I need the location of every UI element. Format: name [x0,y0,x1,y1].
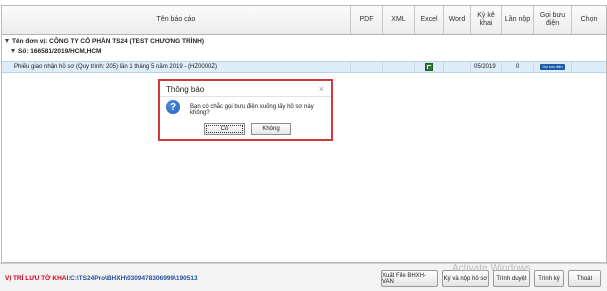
save-path-label: VỊ TRÍ LƯU TỜ KHAI: [5,275,71,282]
col-period[interactable]: Kỳ kê khai [471,6,502,34]
row-excel[interactable] [415,62,444,72]
row-call-post: Gọi bưu điện [534,62,572,72]
exit-button[interactable]: Thoát [568,270,601,287]
collapse-triangle-icon[interactable] [11,49,15,53]
row-report-name: Phiếu giao nhận hồ sơ (Quy trình: 205) l… [2,62,351,72]
col-submissions[interactable]: Lần nộp [502,6,534,34]
excel-file-icon[interactable] [425,63,433,71]
dialog-message: Bạn có chắc gọi bưu điện xuống lấy hồ sơ… [190,104,314,116]
col-select[interactable]: Chọn [572,6,606,34]
dialog-title: Thông báo [166,85,205,94]
table-row[interactable]: Phiếu giao nhận hồ sơ (Quy trình: 205) l… [2,61,606,73]
col-call-post[interactable]: Gọi bưu điện [534,6,572,34]
col-word[interactable]: Word [444,6,471,34]
dialog-divider [160,96,331,97]
row-period: 05/2019 [471,62,502,72]
sign-button[interactable]: Trình ký [534,270,564,287]
doc-group-label: Số: 166581/2019/HCM,HCM [18,47,102,55]
doc-group-row[interactable]: Số: 166581/2019/HCM,HCM [8,46,606,56]
col-xml[interactable]: XML [383,6,415,34]
collapse-triangle-icon[interactable] [5,39,9,43]
yes-button[interactable]: Có [204,123,245,135]
row-xml[interactable] [383,62,415,72]
save-path-link[interactable]: C:\TS24Pro\BHXH\0309478306999\190513 [70,275,198,282]
row-pdf[interactable] [351,62,383,72]
grid-header: Tên báo cáo PDF XML Excel Word Kỳ kê kha… [2,6,606,35]
export-bhxh-van-button[interactable]: Xuất File BHXH-VAN [381,270,438,287]
call-post-button[interactable]: Gọi bưu điện [540,64,565,70]
question-icon: ? [166,100,180,114]
row-submissions: 0 [502,62,534,72]
no-button[interactable]: Không [251,123,291,135]
confirm-dialog: Thông báo × ? Bạn có chắc gọi bưu điện x… [158,79,333,141]
unit-group-row[interactable]: Tên đơn vị: CÔNG TY CỔ PHẦN TS24 (TEST C… [2,36,606,46]
col-report-name[interactable]: Tên báo cáo [2,6,351,34]
unit-group-label: Tên đơn vị: CÔNG TY CỔ PHẦN TS24 (TEST C… [12,37,205,45]
row-word[interactable] [444,62,471,72]
col-pdf[interactable]: PDF [351,6,383,34]
activate-windows-watermark: Activate Windows [452,263,531,274]
close-icon[interactable]: × [319,84,324,94]
col-excel[interactable]: Excel [415,6,444,34]
row-select[interactable] [572,62,606,72]
